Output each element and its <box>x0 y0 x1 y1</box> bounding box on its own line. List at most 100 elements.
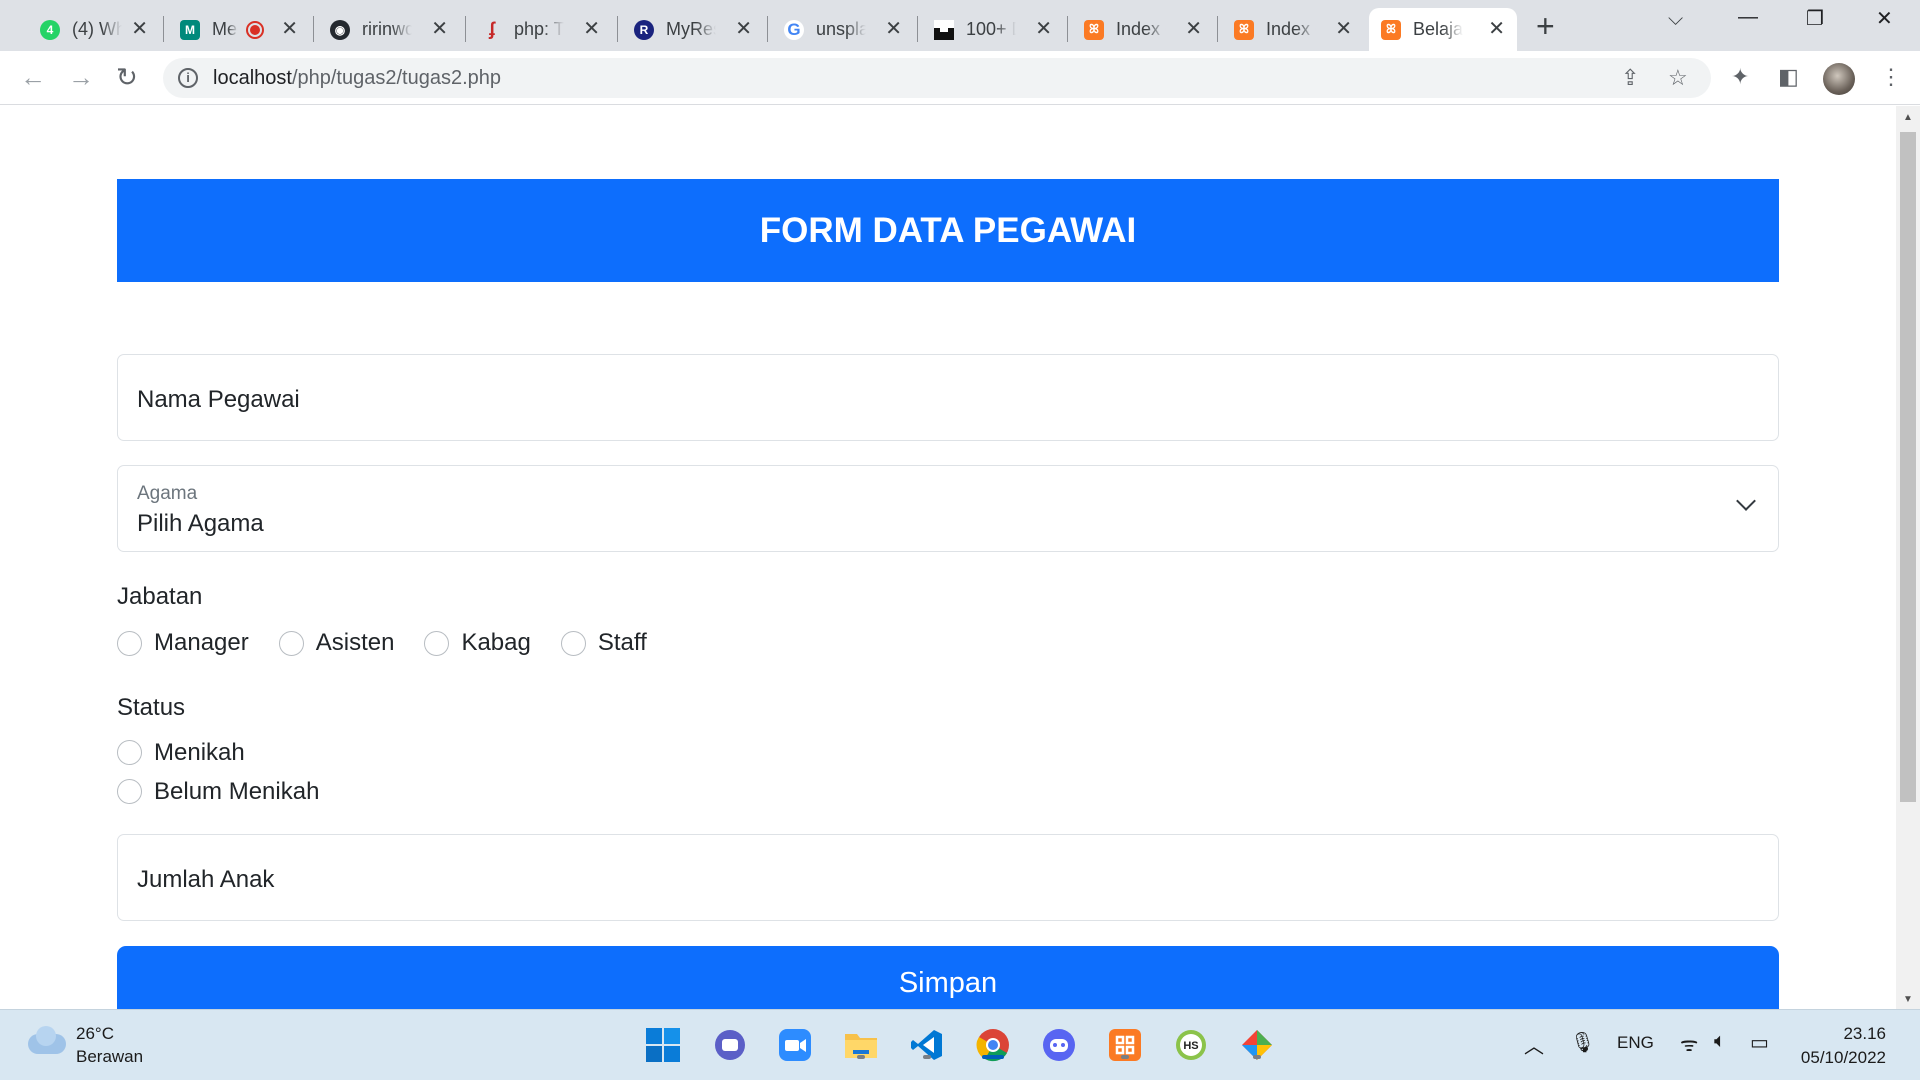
address-bar[interactable]: i localhost/php/tugas2/tugas2.php ⇪ ☆ <box>163 58 1711 98</box>
url-path: /php/tugas2/tugas2.php <box>291 67 501 89</box>
status-label: Status <box>117 694 186 721</box>
agama-select[interactable]: Agama Pilih Agama <box>117 465 1779 552</box>
tab-search-chevron-icon[interactable]: ⌵ <box>1668 8 1683 31</box>
radio-label: Belum Menikah <box>154 777 320 805</box>
scroll-up-arrow-icon[interactable]: ▲ <box>1903 112 1913 123</box>
close-icon[interactable]: ✕ <box>885 19 902 39</box>
show-hidden-icons-chevron-icon[interactable]: ︿ <box>1524 1030 1544 1059</box>
xampp-icon[interactable] <box>1106 1026 1144 1064</box>
language-indicator[interactable]: ENG <box>1617 1033 1654 1053</box>
tab-google[interactable]: G unspla ✕ <box>772 8 914 51</box>
page-viewport: FORM DATA PEGAWAI Nama Pegawai Agama Pil… <box>0 106 1896 1009</box>
recording-icon <box>246 20 264 39</box>
form-title: FORM DATA PEGAWAI <box>117 179 1779 282</box>
weather-description[interactable]: Berawan <box>76 1047 143 1067</box>
vscode-icon[interactable] <box>908 1026 946 1064</box>
close-icon[interactable]: ✕ <box>431 19 448 39</box>
scroll-down-arrow-icon[interactable]: ▼ <box>1903 994 1913 1005</box>
close-icon[interactable]: ✕ <box>131 19 148 39</box>
tab-php[interactable]: ʄ php: Tl ✕ <box>470 8 612 51</box>
minimize-icon[interactable]: — <box>1738 6 1758 29</box>
file-explorer-icon[interactable] <box>842 1026 880 1064</box>
tab-label: php: Tl <box>514 19 564 39</box>
simpan-button[interactable]: Simpan <box>117 946 1779 1009</box>
reload-icon[interactable]: ↻ <box>116 63 138 91</box>
clock-time: 23.16 <box>1843 1024 1886 1043</box>
zoom-icon[interactable] <box>776 1026 814 1064</box>
active-indicator <box>982 1055 1004 1059</box>
jumlah-anak-input[interactable]: Jumlah Anak <box>117 834 1779 921</box>
tab-label: 100+ D <box>966 19 1016 39</box>
status-radio-group: Menikah Belum Menikah <box>117 733 319 811</box>
radio-kabag[interactable]: Kabag <box>424 629 531 657</box>
new-tab-button[interactable]: + <box>1536 10 1555 42</box>
radio-asisten[interactable]: Asisten <box>278 629 394 657</box>
radio-circle[interactable] <box>117 740 142 765</box>
restore-icon[interactable]: ❐ <box>1806 6 1824 31</box>
tab-label: Meet <box>212 19 238 39</box>
tab-github[interactable]: ◉ ririnwd ✕ <box>318 8 460 51</box>
tab-belajar-active[interactable]: ꕤ Belajar ✕ <box>1369 8 1517 51</box>
jabatan-label: Jabatan <box>117 583 203 610</box>
cloud-weather-icon[interactable] <box>28 1026 66 1054</box>
tab-xampp-index-2[interactable]: ꕤ Index c ✕ <box>1222 8 1364 51</box>
radio-circle[interactable] <box>424 630 450 656</box>
close-icon[interactable]: ✕ <box>1185 19 1202 39</box>
radio-manager[interactable]: Manager <box>117 629 249 657</box>
tab-whatsapp[interactable]: 4 (4) WhatsApp ✕ <box>28 8 160 51</box>
bookmark-star-icon[interactable]: ☆ <box>1668 65 1688 91</box>
radio-circle[interactable] <box>117 779 142 804</box>
radio-circle[interactable] <box>278 630 304 656</box>
agama-label: Agama <box>137 483 198 504</box>
radio-menikah[interactable]: Menikah <box>117 733 319 772</box>
git-diamond-icon[interactable] <box>1238 1026 1276 1064</box>
wifi-icon[interactable]: ᯤ <box>1680 1030 1698 1057</box>
radio-circle[interactable] <box>117 630 142 656</box>
system-clock[interactable]: 23.16 05/10/2022 <box>1801 1022 1886 1070</box>
php-icon: ʄ <box>489 19 495 39</box>
url-text: localhost/php/tugas2/tugas2.php <box>213 67 501 90</box>
teams-chat-icon[interactable] <box>711 1026 749 1064</box>
close-icon[interactable]: ✕ <box>583 19 600 39</box>
xampp-icon: ꕤ <box>1381 19 1401 40</box>
discord-icon[interactable] <box>1040 1026 1078 1064</box>
browser-tab-strip: 4 (4) WhatsApp ✕ M Meet ✕ ◉ ririnwd ✕ ʄ … <box>0 0 1920 51</box>
radio-staff[interactable]: Staff <box>560 629 647 657</box>
close-icon[interactable]: ✕ <box>735 19 752 39</box>
share-icon[interactable]: ⇪ <box>1621 65 1639 91</box>
tab-xampp-index-1[interactable]: ꕤ Index c ✕ <box>1072 8 1214 51</box>
weather-temperature[interactable]: 26°C <box>76 1024 114 1044</box>
battery-icon[interactable]: ▭ <box>1750 1030 1769 1055</box>
close-icon[interactable]: ✕ <box>281 19 298 39</box>
tab-separator <box>1217 16 1218 42</box>
scroll-thumb[interactable] <box>1900 132 1916 802</box>
site-info-icon[interactable]: i <box>178 68 198 88</box>
back-arrow-icon[interactable]: ← <box>20 63 46 91</box>
profile-avatar[interactable] <box>1823 63 1855 95</box>
tab-unsplash[interactable]: 100+ D ✕ <box>922 8 1064 51</box>
close-window-icon[interactable]: ✕ <box>1876 6 1893 31</box>
menu-kebab-icon[interactable]: ⋮ <box>1880 64 1902 90</box>
unsplash-icon <box>934 19 954 40</box>
tab-meet[interactable]: M Meet ✕ <box>168 8 310 51</box>
start-windows-icon[interactable] <box>644 1026 682 1064</box>
radio-label: Menikah <box>154 738 245 766</box>
forward-arrow-icon[interactable]: → <box>68 63 94 91</box>
close-icon[interactable]: ✕ <box>1335 19 1352 39</box>
microphone-icon[interactable]: 🎙︎ <box>1570 1030 1595 1055</box>
radio-circle[interactable] <box>560 630 586 656</box>
chrome-icon[interactable] <box>974 1026 1012 1064</box>
tab-separator <box>313 16 314 42</box>
radio-belum-menikah[interactable]: Belum Menikah <box>117 772 319 811</box>
page-scrollbar[interactable]: ▲ ▼ <box>1896 106 1920 1009</box>
nama-pegawai-input[interactable]: Nama Pegawai <box>117 354 1779 441</box>
extensions-puzzle-icon[interactable]: ✦ <box>1731 64 1749 90</box>
hotspot-shield-icon[interactable]: HS <box>1172 1026 1210 1064</box>
tab-myres[interactable]: R MyRes ✕ <box>622 8 764 51</box>
close-icon[interactable]: ✕ <box>1488 19 1505 39</box>
tab-label: Index c <box>1266 19 1316 39</box>
tab-label: ririnwd <box>362 19 412 39</box>
side-panel-icon[interactable]: ◧ <box>1778 64 1799 90</box>
volume-icon[interactable]: 🔈︎ <box>1714 1030 1726 1053</box>
close-icon[interactable]: ✕ <box>1035 19 1052 39</box>
